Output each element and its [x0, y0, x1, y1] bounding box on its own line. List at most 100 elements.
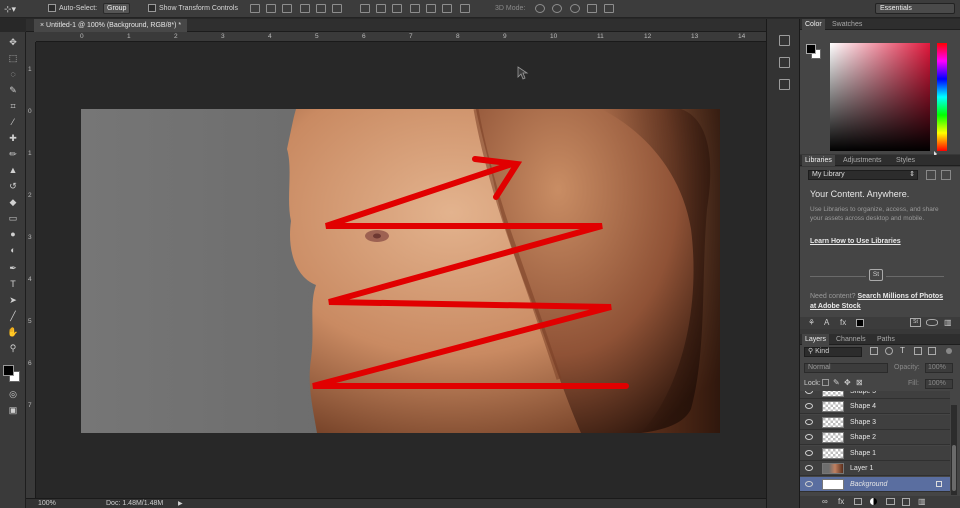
new-group-icon[interactable]: [886, 498, 895, 505]
history-icon[interactable]: [779, 35, 790, 46]
3d-rotate-icon[interactable]: [535, 4, 545, 13]
filter-shape-icon[interactable]: [914, 347, 922, 355]
filter-smart-object-icon[interactable]: [928, 347, 936, 355]
dodge-tool-icon[interactable]: ◐: [6, 244, 20, 256]
visibility-eye-icon[interactable]: [805, 419, 813, 425]
add-color-icon[interactable]: [856, 319, 864, 327]
learn-libraries-link[interactable]: Learn How to Use Libraries: [810, 238, 901, 245]
tab-swatches[interactable]: Swatches: [829, 19, 865, 30]
move-tool-icon[interactable]: ⊹▾: [4, 3, 16, 15]
zoom-tool-icon[interactable]: ⚲: [6, 342, 20, 354]
brush-tool-icon[interactable]: ✏: [6, 148, 20, 160]
quick-select-tool-icon[interactable]: ✎: [6, 84, 20, 96]
eraser-tool-icon[interactable]: ◆: [6, 196, 20, 208]
hand-tool-icon[interactable]: ✋: [6, 326, 20, 338]
history-brush-icon[interactable]: ↺: [6, 180, 20, 192]
scroll-thumb[interactable]: [952, 445, 956, 491]
layers-scrollbar[interactable]: [951, 405, 957, 495]
lock-pixels-icon[interactable]: ✎: [833, 378, 840, 387]
line-tool-icon[interactable]: ╱: [6, 310, 20, 322]
tab-libraries[interactable]: Libraries: [802, 155, 835, 166]
visibility-eye-icon[interactable]: [805, 465, 813, 471]
eyedropper-tool-icon[interactable]: ⁄: [6, 116, 20, 128]
pen-tool-icon[interactable]: ✒: [6, 262, 20, 274]
tab-styles[interactable]: Styles: [893, 155, 918, 166]
clone-stamp-icon[interactable]: ▲: [6, 164, 20, 176]
align-vcenter-icon[interactable]: [266, 4, 276, 13]
align-top-icon[interactable]: [250, 4, 260, 13]
document-canvas[interactable]: [81, 109, 720, 433]
distribute-right-icon[interactable]: [442, 4, 452, 13]
3d-roll-icon[interactable]: [552, 4, 562, 13]
tab-color[interactable]: Color: [802, 19, 825, 30]
crop-tool-icon[interactable]: ⌗: [6, 100, 20, 112]
opacity-field[interactable]: 100%: [925, 363, 953, 373]
horizontal-ruler[interactable]: 0 1 2 3 4 5 6 7 8 9 10 11 12 13 14: [36, 32, 766, 42]
color-saturation-field[interactable]: [830, 43, 930, 151]
visibility-eye-icon[interactable]: [805, 403, 813, 409]
visibility-eye-icon[interactable]: [805, 434, 813, 440]
filter-toggle-icon[interactable]: [946, 348, 952, 354]
add-graphic-icon[interactable]: ⚘: [808, 318, 815, 327]
align-bottom-icon[interactable]: [282, 4, 292, 13]
trash-icon[interactable]: ▥: [944, 318, 952, 327]
vertical-ruler[interactable]: 1 0 1 2 3 4 5 6 7: [26, 42, 36, 498]
add-layer-style-icon[interactable]: fx: [840, 318, 846, 327]
auto-select-checkbox[interactable]: [48, 4, 56, 12]
lock-position-icon[interactable]: ✥: [844, 378, 851, 387]
type-tool-icon[interactable]: T: [6, 278, 20, 290]
tab-layers[interactable]: Layers: [802, 334, 830, 345]
gradient-tool-icon[interactable]: ▭: [6, 212, 20, 224]
document-tab[interactable]: × Untitled-1 @ 100% (Background, RGB/8*)…: [34, 19, 188, 32]
color-foreground-swatch[interactable]: [806, 44, 816, 54]
marquee-tool-icon[interactable]: ⬚: [6, 52, 20, 64]
doc-size[interactable]: Doc: 1.48M/1.48M: [106, 499, 163, 508]
align-left-icon[interactable]: [300, 4, 310, 13]
visibility-eye-icon[interactable]: [805, 481, 813, 487]
distribute-hcenter-icon[interactable]: [426, 4, 436, 13]
tab-adjustments[interactable]: Adjustments: [840, 155, 885, 166]
new-layer-icon[interactable]: [902, 498, 910, 506]
move-tool-icon[interactable]: ✥: [6, 36, 20, 48]
lock-all-icon[interactable]: ⊠: [856, 378, 863, 387]
distribute-bottom-icon[interactable]: [392, 4, 402, 13]
filter-pixel-icon[interactable]: [870, 347, 878, 355]
auto-align-icon[interactable]: [460, 4, 470, 13]
add-mask-icon[interactable]: [854, 498, 862, 505]
zoom-level[interactable]: 100%: [38, 499, 56, 508]
distribute-left-icon[interactable]: [410, 4, 420, 13]
lock-transparent-icon[interactable]: [822, 379, 829, 386]
lasso-tool-icon[interactable]: ◌: [6, 68, 20, 80]
tab-paths[interactable]: Paths: [874, 334, 898, 345]
quick-mask-icon[interactable]: ◎: [6, 388, 20, 400]
info-icon[interactable]: [779, 79, 790, 90]
blur-tool-icon[interactable]: ●: [6, 228, 20, 240]
layer-row-layer-1[interactable]: Layer 1: [800, 461, 950, 476]
foreground-color-swatch[interactable]: [3, 365, 14, 376]
ruler-origin[interactable]: [26, 32, 36, 42]
screen-mode-icon[interactable]: ▣: [6, 404, 20, 416]
3d-scale-icon[interactable]: [604, 4, 614, 13]
align-hcenter-icon[interactable]: [316, 4, 326, 13]
layer-row-background[interactable]: Background: [800, 477, 950, 492]
cloud-sync-icon[interactable]: [926, 319, 938, 326]
adjustment-layer-icon[interactable]: [870, 498, 877, 505]
filter-type-icon[interactable]: T: [900, 346, 905, 355]
layer-row-shape-1[interactable]: Shape 1: [800, 446, 950, 461]
delete-layer-icon[interactable]: ▥: [918, 497, 926, 506]
layer-filter-select[interactable]: ⚲ Kind: [804, 347, 862, 357]
layer-row-shape-5[interactable]: Shape 5: [800, 391, 950, 399]
healing-brush-icon[interactable]: ✚: [6, 132, 20, 144]
3d-pan-icon[interactable]: [570, 4, 580, 13]
blend-mode-select[interactable]: Normal: [804, 363, 888, 373]
layer-row-shape-4[interactable]: Shape 4: [800, 399, 950, 414]
auto-select-dropdown[interactable]: Group: [103, 3, 131, 14]
add-character-style-icon[interactable]: A: [824, 318, 829, 327]
path-select-icon[interactable]: ➤: [6, 294, 20, 306]
properties-icon[interactable]: [779, 57, 790, 68]
list-view-icon[interactable]: [941, 170, 951, 180]
layer-row-shape-2[interactable]: Shape 2: [800, 430, 950, 445]
hue-slider[interactable]: [937, 43, 947, 151]
distribute-vcenter-icon[interactable]: [376, 4, 386, 13]
visibility-eye-icon[interactable]: [805, 450, 813, 456]
